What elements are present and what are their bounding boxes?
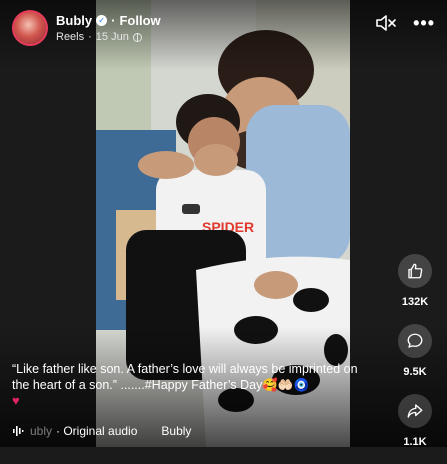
comment-count: 9.5K [403, 366, 427, 378]
audio-label: · Original audio [56, 424, 138, 438]
share-arrow-icon [407, 404, 423, 418]
share-count: 1.1K [403, 436, 427, 448]
share-button[interactable] [398, 394, 432, 428]
follow-button[interactable]: Follow [119, 13, 160, 28]
like-count: 132K [401, 296, 429, 308]
mute-icon[interactable] [375, 14, 397, 32]
heart-icon: ♥ [12, 393, 20, 408]
thumbs-up-icon [408, 263, 423, 279]
verified-badge-icon: ✓ [96, 15, 108, 26]
audio-author-scrolling: ubly [30, 424, 53, 438]
public-globe-icon [132, 32, 142, 42]
action-bar: 132K 9.5K 1.1K [397, 254, 433, 464]
reel-header: Bubly ✓ · Follow Reels · 15 Jun [12, 10, 161, 46]
audio-bar[interactable]: ubly · Original audio Bubly [12, 424, 191, 438]
more-options-icon[interactable]: ••• [413, 14, 435, 32]
reel-caption[interactable]: “Like father like son. A father’s love w… [12, 361, 372, 409]
separator-dot: · [88, 31, 92, 43]
author-row: Bubly ✓ · Follow [56, 13, 161, 28]
like-button[interactable] [398, 254, 432, 288]
comment-bubble-icon [407, 333, 423, 348]
top-controls: ••• [375, 14, 435, 32]
post-source[interactable]: Reels [56, 31, 84, 43]
separator-dot: · [111, 13, 116, 28]
post-date[interactable]: 15 Jun [96, 31, 129, 43]
post-info: Reels · 15 Jun [56, 31, 161, 43]
author-name[interactable]: Bubly [56, 13, 92, 28]
author-avatar[interactable] [12, 10, 48, 46]
comment-button[interactable] [398, 324, 432, 358]
author-meta: Bubly ✓ · Follow Reels · 15 Jun [56, 13, 161, 43]
audio-waveform-icon [13, 426, 24, 436]
caption-text: “Like father like son. A father’s love w… [12, 362, 358, 392]
audio-next-author: Bubly [161, 424, 192, 438]
